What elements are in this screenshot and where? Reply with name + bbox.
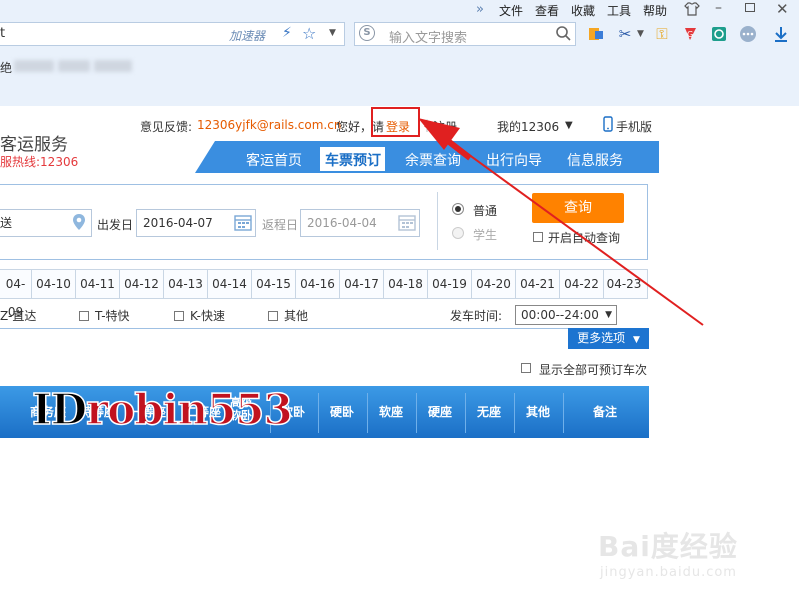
th-separator xyxy=(563,393,564,433)
baidu-jingyan-url: jingyan.baidu.com xyxy=(600,565,737,580)
menu-favorites[interactable]: 收藏 xyxy=(571,2,595,19)
th-hard-seat[interactable]: 硬座 xyxy=(428,403,452,420)
date-cell[interactable]: 04-11 xyxy=(76,270,120,298)
skin-icon[interactable] xyxy=(684,2,700,19)
th-no-seat[interactable]: 无座 xyxy=(477,403,501,420)
return-date-value: 2016-04-04 xyxy=(307,216,377,230)
watermark-id: ID xyxy=(31,384,88,435)
date-cell[interactable]: 04-12 xyxy=(120,270,164,298)
site-title: 客运服务 xyxy=(0,135,68,155)
more-icon[interactable] xyxy=(738,24,758,44)
filter-other[interactable]: 其他 xyxy=(268,307,308,324)
filter-k[interactable]: K-快速 xyxy=(174,307,225,324)
lightning-icon[interactable]: ⚡ xyxy=(282,25,292,41)
date-cell[interactable]: 04-16 xyxy=(296,270,340,298)
filter-other-checkbox[interactable] xyxy=(268,310,278,321)
filter-z-label[interactable]: Z-直达 xyxy=(0,307,36,324)
menu-view[interactable]: 查看 xyxy=(535,2,559,19)
more-options-label: 更多选项 xyxy=(577,331,626,345)
menu-tools[interactable]: 工具 xyxy=(607,2,631,19)
browser-chrome xyxy=(0,0,799,106)
filter-t-checkbox[interactable] xyxy=(79,310,89,321)
location-pin-icon[interactable] xyxy=(72,213,86,234)
baidu-jingyan-logo: Bai度经验 xyxy=(598,530,738,563)
th-hard-sleeper[interactable]: 硬卧 xyxy=(330,403,354,420)
search-engine-icon[interactable]: S xyxy=(359,25,375,41)
address-bar[interactable]: t 加速器 ⚡ ☆ ▼ xyxy=(0,22,345,46)
filter-k-checkbox[interactable] xyxy=(174,310,184,321)
feedback-email-link[interactable]: 12306yjfk@rails.com.cn xyxy=(197,118,341,132)
feedback-label: 意见反馈: xyxy=(140,120,193,134)
depart-calendar-icon[interactable] xyxy=(234,213,252,234)
filter-t[interactable]: T-特快 xyxy=(79,307,130,324)
show-all-checkbox[interactable] xyxy=(521,363,531,373)
red-arrow-annotation xyxy=(418,118,704,326)
th-separator xyxy=(514,393,515,433)
scissors-icon[interactable]: ✂ xyxy=(615,24,635,44)
search-icon[interactable] xyxy=(555,25,571,44)
nav-ticket-booking[interactable]: 车票预订 xyxy=(325,150,381,170)
th-soft-seat[interactable]: 软座 xyxy=(379,403,403,420)
close-icon[interactable]: ✕ xyxy=(776,0,789,18)
watermark-name: robin553 xyxy=(85,384,293,435)
more-options-arrow-icon: ▼ xyxy=(632,335,640,345)
key-icon[interactable]: ⚿ xyxy=(652,24,672,44)
th-remarks[interactable]: 备注 xyxy=(593,403,617,420)
filter-k-label: K-快速 xyxy=(190,309,225,323)
return-date-label: 返程日 xyxy=(262,218,299,232)
menu-help[interactable]: 帮助 xyxy=(643,2,667,19)
date-cell[interactable]: 04-13 xyxy=(164,270,208,298)
from-station-value: 送 xyxy=(0,216,13,230)
depart-date-value: 2016-04-07 xyxy=(143,216,213,230)
filter-t-label: T-特快 xyxy=(95,309,130,323)
th-other[interactable]: 其他 xyxy=(526,403,550,420)
more-menus-chevron[interactable]: » xyxy=(476,2,484,17)
hotline: 服热线:12306 xyxy=(0,155,79,169)
screenshot-icon[interactable] xyxy=(709,24,729,44)
date-cell[interactable]: 04-09 xyxy=(0,270,32,319)
author-watermark: IDrobin553 xyxy=(31,384,293,435)
minimize-icon[interactable]: – xyxy=(715,0,722,16)
more-options-button[interactable]: 更多选项 ▼ xyxy=(568,328,649,349)
dropdown-arrow-icon[interactable]: ▼ xyxy=(329,28,336,38)
address-text: t xyxy=(0,26,6,41)
translate-icon[interactable]: G xyxy=(681,24,701,44)
menu-file[interactable]: 文件 xyxy=(499,2,523,19)
maximize-icon[interactable] xyxy=(745,3,755,12)
scissors-dropdown-icon[interactable]: ▼ xyxy=(637,29,644,39)
date-cell[interactable]: 04-14 xyxy=(208,270,252,298)
blurred-bookmarks xyxy=(0,58,135,76)
depart-date-label: 出发日 xyxy=(97,218,134,232)
show-all-label: 显示全部可预订车次 xyxy=(539,363,648,377)
svg-text:G: G xyxy=(687,30,693,39)
th-separator xyxy=(465,393,466,433)
download-icon[interactable] xyxy=(771,24,791,44)
date-cell[interactable]: 04-15 xyxy=(252,270,296,298)
accelerator-label[interactable]: 加速器 xyxy=(229,27,265,44)
nav-home[interactable]: 客运首页 xyxy=(246,150,302,170)
search-placeholder: 输入文字搜索 xyxy=(389,31,468,46)
browser-search-box[interactable]: S 输入文字搜索 xyxy=(354,22,576,46)
th-separator xyxy=(367,393,368,433)
plugin-icon[interactable] xyxy=(586,24,606,44)
filter-other-label: 其他 xyxy=(284,309,309,323)
th-separator xyxy=(416,393,417,433)
date-cell[interactable]: 04-17 xyxy=(340,270,384,298)
star-icon[interactable]: ☆ xyxy=(302,24,316,43)
th-separator xyxy=(318,393,319,433)
date-cell[interactable]: 04-10 xyxy=(32,270,76,298)
